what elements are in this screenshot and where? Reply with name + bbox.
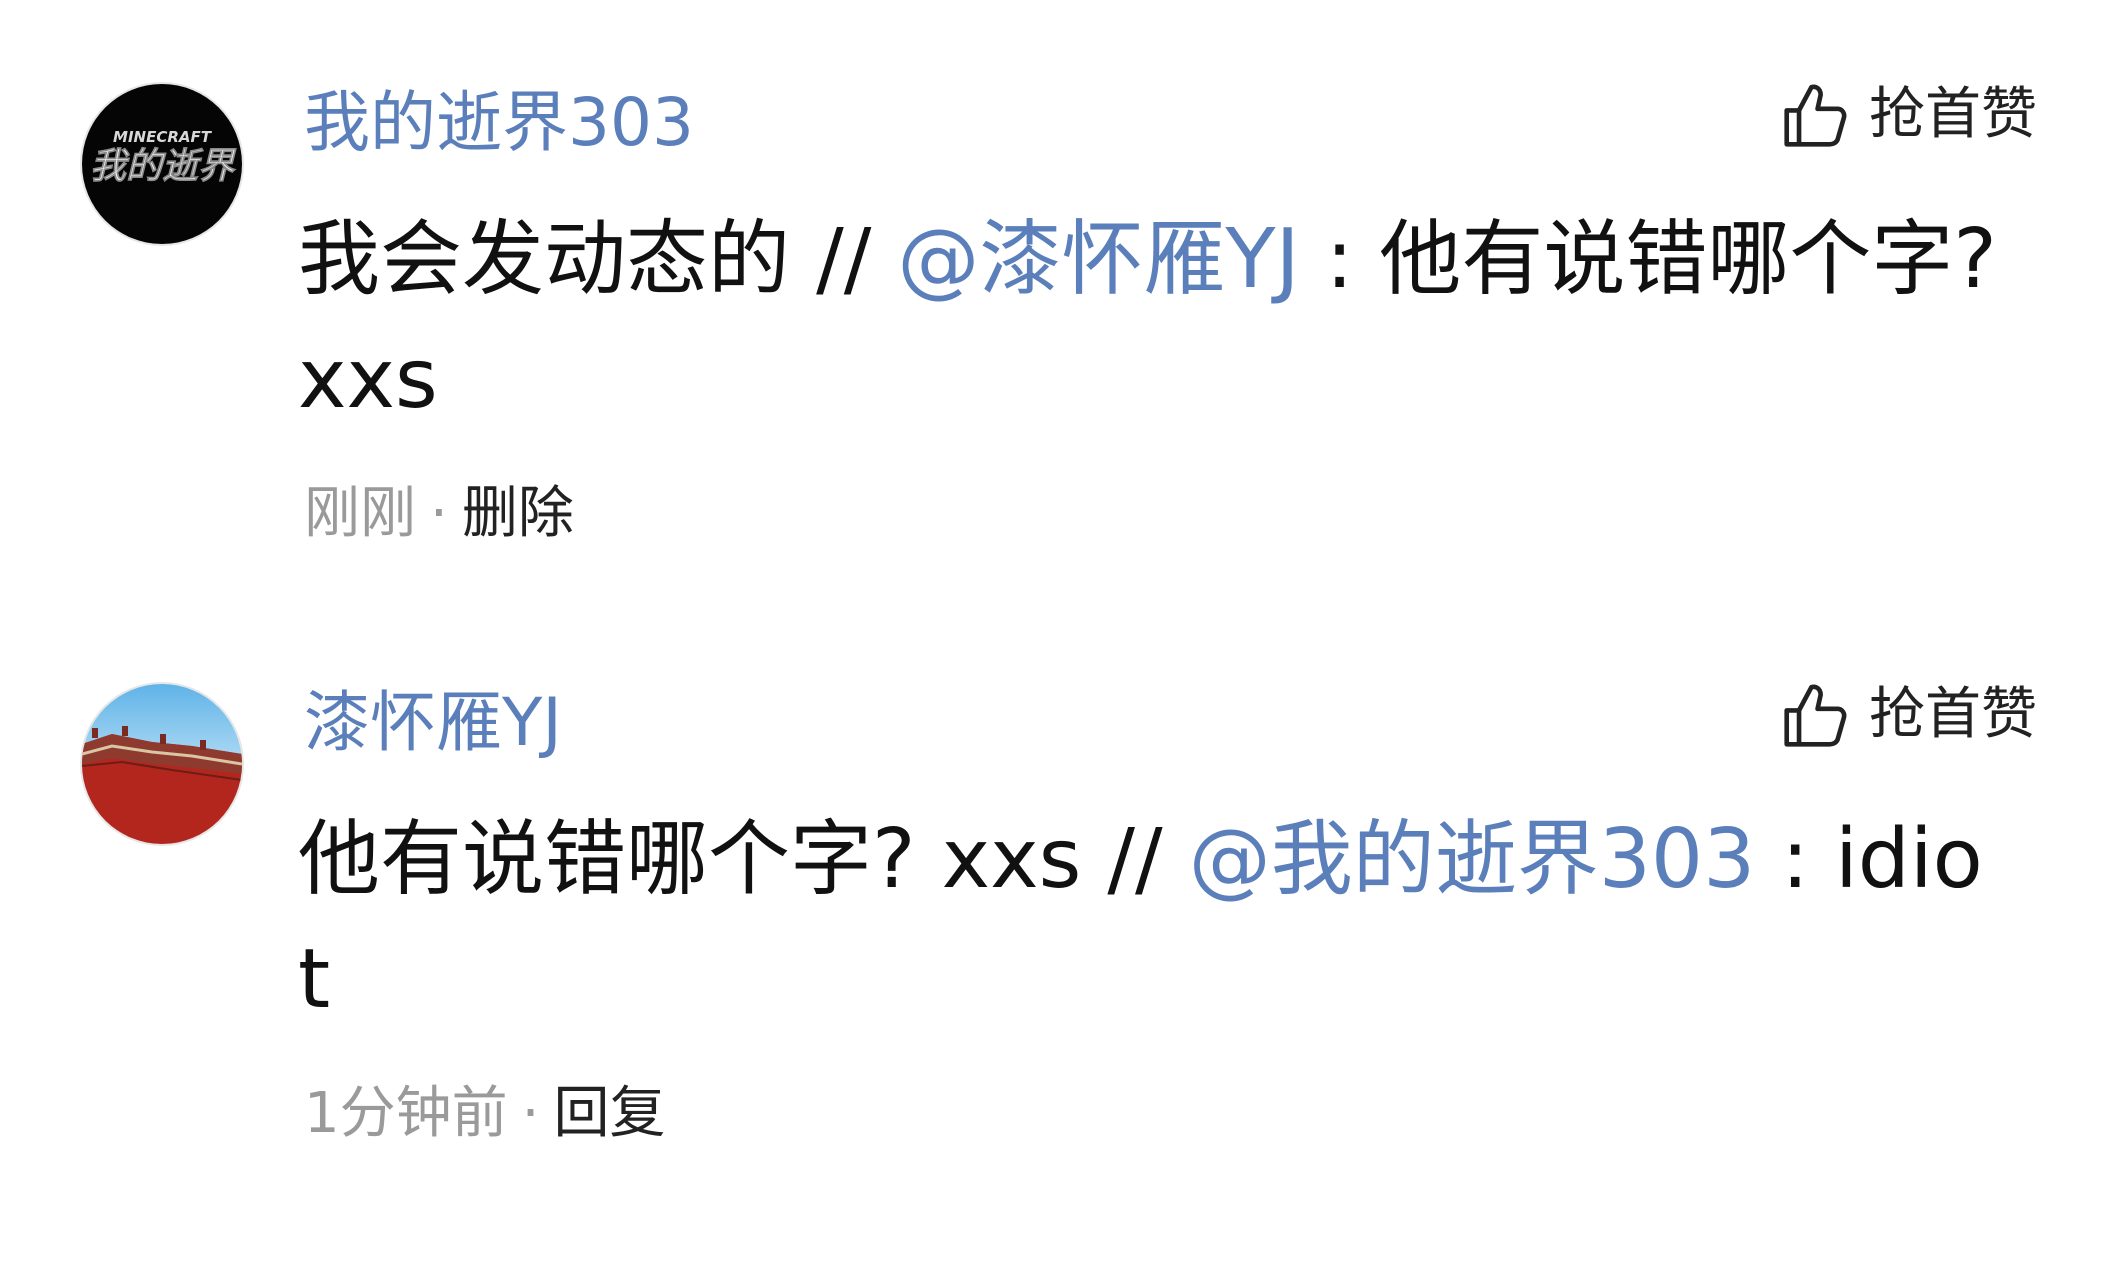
comment-text: 我会发动态的 // [298, 212, 898, 307]
palace-wall-avatar-icon [82, 684, 242, 844]
mention-link[interactable]: @我的逝界303 [1189, 812, 1756, 907]
username[interactable]: 漆怀雁YJ [304, 678, 562, 768]
comment-body: 我会发动态的 // @漆怀雁YJ : 他有说错哪个字? xxs [298, 200, 1998, 440]
thumbs-up-icon [1784, 84, 1847, 147]
like-button[interactable]: 抢首赞 [1779, 670, 2037, 760]
mention-link[interactable]: @漆怀雁YJ [897, 212, 1299, 307]
like-label: 抢首赞 [1869, 82, 2037, 147]
like-button[interactable]: 抢首赞 [1779, 70, 2037, 160]
timestamp: 刚刚 [304, 481, 416, 546]
meta-separator: · [521, 1081, 540, 1146]
comment-body: 他有说错哪个字? xxs // @我的逝界303 : idiot [298, 800, 1998, 1040]
comment-text: 他有说错哪个字? xxs // [298, 812, 1189, 907]
username[interactable]: 我的逝界303 [304, 78, 694, 168]
delete-button[interactable]: 删除 [462, 481, 574, 546]
avatar-brand-text: MINECRAFT [113, 128, 213, 146]
comment-feed: MINECRAFT 我的逝界 我的逝界303 抢首赞 我会发动态的 // @漆怀… [0, 0, 2117, 1280]
reply-button[interactable]: 回复 [553, 1081, 665, 1146]
comment-meta: 刚刚 · 删除 [304, 474, 574, 554]
comment-meta: 1分钟前 · 回复 [304, 1074, 665, 1154]
like-label: 抢首赞 [1869, 682, 2037, 747]
minecraft-logo-avatar-icon: MINECRAFT 我的逝界 [82, 84, 242, 244]
avatar[interactable] [82, 684, 242, 844]
avatar[interactable]: MINECRAFT 我的逝界 [82, 84, 242, 244]
thumbs-up-icon [1784, 684, 1847, 747]
meta-separator: · [430, 481, 448, 546]
avatar-title-text: 我的逝界 [90, 146, 237, 187]
timestamp: 1分钟前 [304, 1081, 508, 1146]
